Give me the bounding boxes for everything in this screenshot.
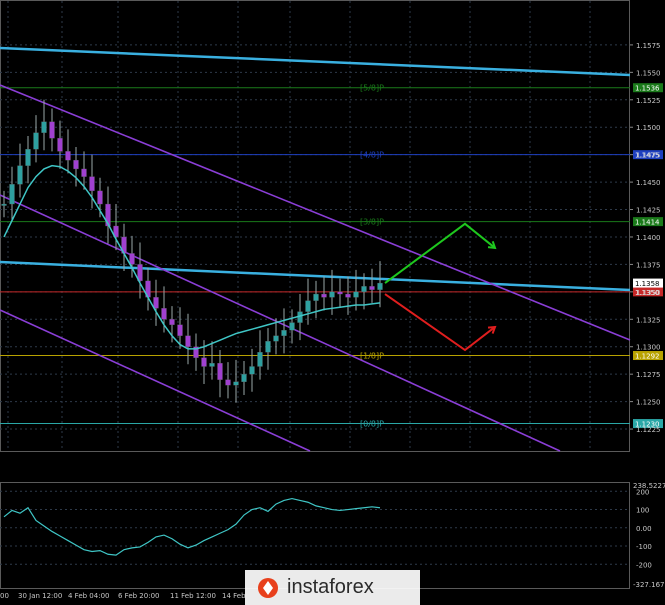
murray-level-label: [3/8]P [360, 218, 384, 227]
candle-body [97, 190, 103, 205]
candle-body [129, 253, 135, 265]
murray-level-tag-text: 1.1414 [635, 219, 660, 227]
candle-body [81, 168, 87, 177]
candle-body [209, 363, 215, 367]
instaforex-logo-icon [258, 577, 278, 598]
osc-bottom-label: -327.1677 [633, 581, 665, 589]
osc-axis-label: 100 [636, 507, 649, 515]
candle-body [9, 184, 15, 205]
osc-axis-label: -100 [636, 543, 652, 551]
candle-body [265, 341, 271, 353]
candle-body [345, 293, 351, 298]
time-axis-label: 00 [0, 592, 9, 600]
current-price-tag-text: 1.1358 [635, 280, 660, 288]
price-axis-label: 1.1350 [636, 289, 661, 297]
price-axis-label: 1.1300 [636, 344, 661, 352]
candle-body [313, 293, 319, 301]
osc-axis-label: -200 [636, 561, 652, 569]
candle-body [249, 366, 255, 375]
time-axis-label: 4 Feb 04:00 [68, 592, 109, 600]
candle-body [153, 297, 159, 309]
watermark-brand: instaforex [287, 576, 374, 598]
candle-body [89, 176, 95, 192]
price-axis-label: 1.1250 [636, 399, 661, 407]
price-axis-label: 1.1325 [636, 316, 661, 324]
candle-body [169, 319, 175, 325]
time-axis-label: 6 Feb 20:00 [118, 592, 159, 600]
candle-body [281, 330, 287, 336]
price-axis-label: 1.1525 [636, 97, 661, 105]
candle-body [273, 335, 279, 342]
candle-body [33, 132, 39, 150]
instaforex-watermark: instaforex [245, 570, 420, 605]
murray-level-label: [5/8]P [360, 84, 384, 93]
candle-body [369, 286, 375, 290]
price-axis-label: 1.1225 [636, 426, 661, 434]
candle-body [185, 335, 191, 347]
time-axis-label: 30 Jan 12:00 [18, 592, 62, 600]
candle-body [49, 121, 55, 139]
price-axis-label: 1.1475 [636, 152, 661, 160]
osc-top-label: 238.5227 [633, 482, 665, 490]
time-axis: 00 30 Jan 12:00 4 Feb 04:00 6 Feb 20:00 11 F… [0, 592, 246, 600]
candle-body [73, 159, 79, 170]
price-axis-label: 1.1575 [636, 42, 661, 50]
candle-body [17, 165, 23, 185]
murray-level-label: [4/8]P [360, 151, 384, 160]
price-axis-label: 1.1400 [636, 234, 661, 242]
price-axis-label: 1.1375 [636, 261, 661, 269]
candle-body [41, 121, 47, 133]
candle-body [321, 293, 327, 298]
candle-body [353, 291, 359, 298]
candle-body [329, 291, 335, 298]
candle-body [201, 357, 207, 367]
price-axis-label: 1.1550 [636, 69, 661, 77]
candle-body [217, 363, 223, 380]
murray-level-label: [0/8]P [360, 420, 384, 429]
candle-body [233, 381, 239, 386]
murray-level-tag-text: 1.1536 [635, 85, 660, 93]
osc-axis-label: 0.00 [636, 525, 652, 533]
candle-body [25, 149, 31, 166]
price-axis-label: 1.1425 [636, 207, 661, 215]
candle-body [377, 282, 383, 290]
candle-body [225, 379, 231, 386]
murray-level-label: [1/8]P [360, 352, 384, 361]
price-axis-label: 1.1500 [636, 124, 661, 132]
price-axis-label: 1.1450 [636, 179, 661, 187]
price-chart: [5/8]P 1.1536 [4/8]P 1.1475 [3/8]P 1.1414 [1/8… [0, 0, 665, 605]
candle-body [1, 203, 7, 206]
candle-body [57, 138, 63, 152]
candle-body [361, 286, 367, 293]
candle-body [177, 324, 183, 336]
time-axis-label: 14 Feb [222, 592, 246, 600]
candle-body [337, 291, 343, 295]
time-axis-label: 11 Feb 12:00 [170, 592, 216, 600]
candle-body [161, 308, 167, 320]
candle-body [65, 151, 71, 161]
candle-body [257, 352, 263, 367]
candle-body [305, 300, 311, 312]
candle-body [289, 322, 295, 331]
price-axis-label: 1.1275 [636, 371, 661, 379]
murray-level-tag-text: 1.1292 [635, 353, 660, 361]
candle-body [241, 374, 247, 383]
